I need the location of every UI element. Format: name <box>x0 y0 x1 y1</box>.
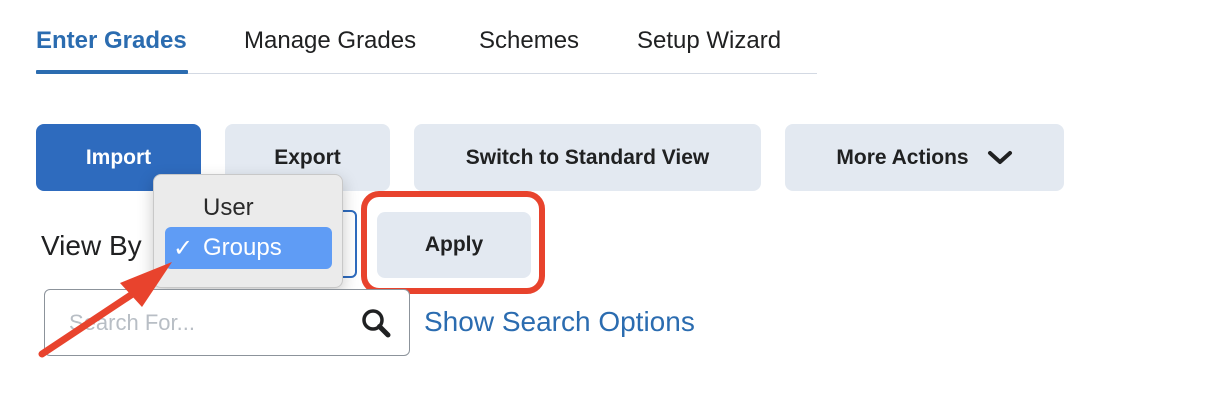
apply-highlight-annotation <box>361 191 545 294</box>
checkmark-icon: ✓ <box>173 234 194 262</box>
option-groups-label: Groups <box>203 234 282 261</box>
import-button-label: Import <box>85 145 152 169</box>
search-input[interactable] <box>69 308 349 338</box>
chevron-down-icon <box>987 150 1012 164</box>
switch-view-label: Switch to Standard View <box>465 145 710 169</box>
search-box <box>44 289 410 356</box>
more-actions-button[interactable]: More Actions <box>785 124 1064 191</box>
tab-manage-grades[interactable]: Manage Grades <box>244 27 416 73</box>
view-by-dropdown-menu: User ✓ Groups <box>153 174 343 288</box>
option-groups[interactable]: ✓ Groups <box>165 227 332 269</box>
grades-page: Enter Grades Manage Grades Schemes Setup… <box>0 0 1212 414</box>
show-search-options-link[interactable]: Show Search Options <box>424 306 695 338</box>
more-actions-label: More Actions <box>836 145 969 169</box>
tab-setup-wizard[interactable]: Setup Wizard <box>637 27 781 73</box>
grades-tab-bar: Enter Grades Manage Grades Schemes Setup… <box>36 0 817 74</box>
tab-enter-grades[interactable]: Enter Grades <box>36 27 188 74</box>
view-by-label: View By <box>41 230 142 261</box>
option-user[interactable]: User <box>165 187 332 229</box>
export-button-label: Export <box>274 145 341 169</box>
tab-schemes[interactable]: Schemes <box>479 27 579 73</box>
search-icon[interactable] <box>360 307 392 339</box>
option-user-label: User <box>203 194 254 221</box>
switch-to-standard-view-button[interactable]: Switch to Standard View <box>414 124 761 191</box>
